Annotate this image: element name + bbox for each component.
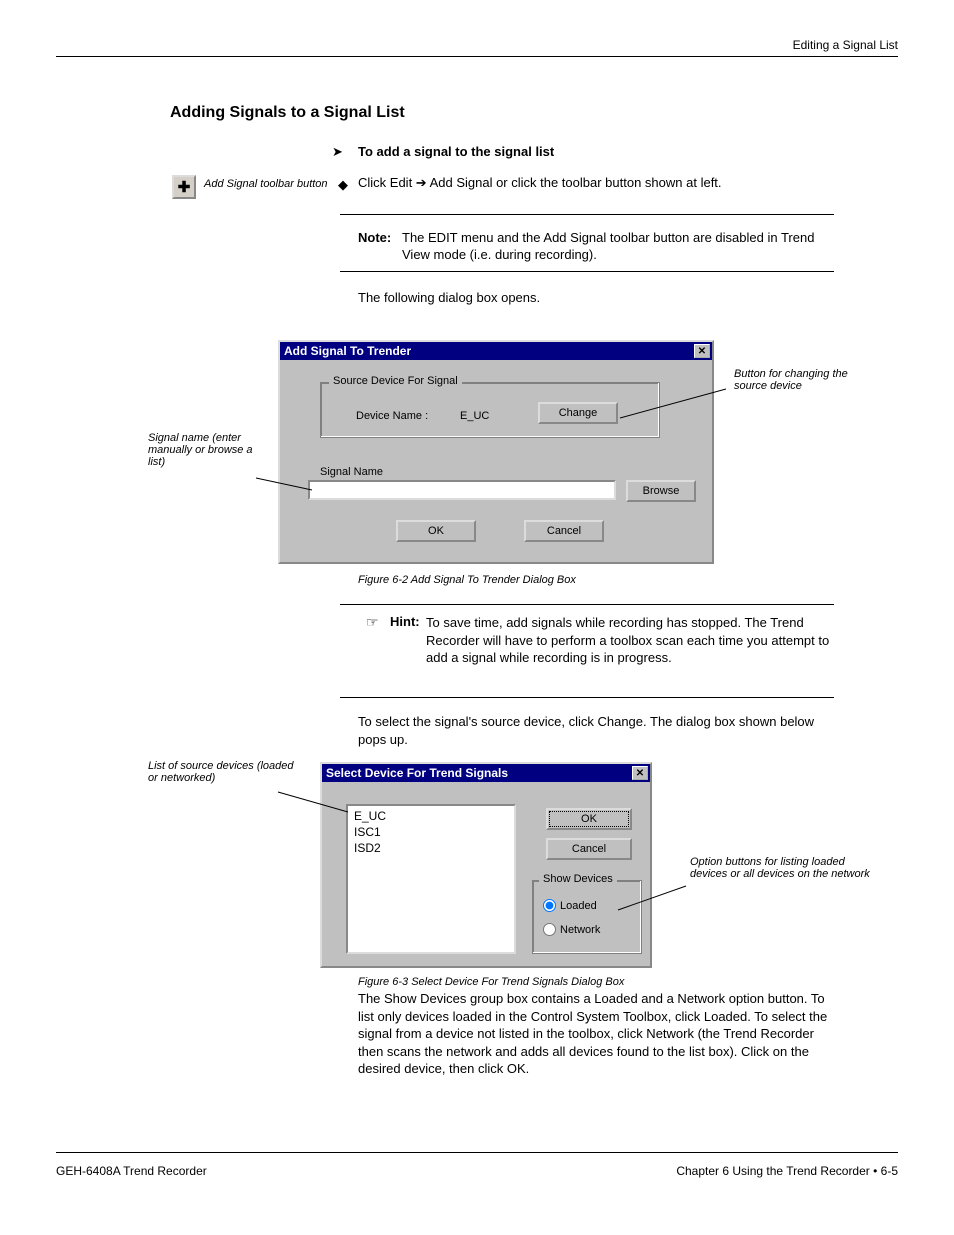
browse-button[interactable]: Browse xyxy=(626,480,696,502)
dialog-title: Add Signal To Trender xyxy=(284,344,411,358)
step-text: Click Edit ➔ Add Signal or click the too… xyxy=(358,175,818,192)
radio-network-input[interactable] xyxy=(543,923,556,936)
change-button[interactable]: Change xyxy=(538,402,618,424)
bullet-icon: ◆ xyxy=(338,177,348,193)
divider xyxy=(340,697,834,698)
note-text: The EDIT menu and the Add Signal toolbar… xyxy=(402,230,832,264)
add-signal-dialog: Add Signal To Trender ✕ Source Device Fo… xyxy=(278,340,714,564)
figure-caption-2: Figure 6-3 Select Device For Trend Signa… xyxy=(358,976,624,988)
callout-signal-name: Signal name (enter manually or browse a … xyxy=(148,432,270,468)
ok-button[interactable]: OK xyxy=(546,808,632,830)
radio-loaded-input[interactable] xyxy=(543,899,556,912)
callout-change-button: Button for changing the source device xyxy=(734,368,874,392)
signal-name-label: Signal Name xyxy=(320,466,383,478)
radio-loaded[interactable]: Loaded xyxy=(543,899,597,912)
hint-icon: ☞ xyxy=(366,614,379,631)
list-item[interactable]: ISC1 xyxy=(354,824,508,840)
cancel-button[interactable]: Cancel xyxy=(524,520,604,542)
device-name-value: E_UC xyxy=(460,410,489,422)
arrow-icon: ➤ xyxy=(332,144,343,160)
groupbox-legend: Source Device For Signal xyxy=(329,375,462,387)
dialog-titlebar: Select Device For Trend Signals ✕ xyxy=(322,764,650,782)
footer-rule xyxy=(56,1152,898,1153)
figure-caption-1: Figure 6-2 Add Signal To Trender Dialog … xyxy=(358,574,576,586)
divider xyxy=(340,214,834,215)
radio-network-label: Network xyxy=(560,924,600,936)
close-icon[interactable]: ✕ xyxy=(694,344,710,358)
ok-button[interactable]: OK xyxy=(396,520,476,542)
device-name-label: Device Name : xyxy=(356,410,428,422)
dialog-title: Select Device For Trend Signals xyxy=(326,766,508,780)
hint-text: To save time, add signals while recordin… xyxy=(426,614,836,667)
procedure-heading: To add a signal to the signal list xyxy=(358,144,554,159)
groupbox-legend: Show Devices xyxy=(539,873,617,885)
footer-left: GEH-6408A Trend Recorder xyxy=(56,1164,207,1178)
show-devices-groupbox: Show Devices Loaded Network xyxy=(532,880,642,954)
list-item[interactable]: ISD2 xyxy=(354,840,508,856)
narrative-paragraph: The Show Devices group box contains a Lo… xyxy=(358,990,828,1078)
callout-device-list: List of source devices (loaded or networ… xyxy=(148,760,298,784)
cancel-button[interactable]: Cancel xyxy=(546,838,632,860)
radio-network[interactable]: Network xyxy=(543,923,600,936)
paragraph: The following dialog box opens. xyxy=(358,290,838,307)
hint-label: Hint: xyxy=(390,614,420,629)
add-signal-icon-caption: Add Signal toolbar button xyxy=(204,178,328,190)
header-breadcrumb: Editing a Signal List xyxy=(793,38,898,52)
signal-name-input[interactable] xyxy=(308,480,616,500)
list-item[interactable]: E_UC xyxy=(354,808,508,824)
paragraph: To select the signal's source device, cl… xyxy=(358,713,828,748)
divider xyxy=(340,604,834,605)
close-icon[interactable]: ✕ xyxy=(632,766,648,780)
radio-loaded-label: Loaded xyxy=(560,900,597,912)
section-title: Adding Signals to a Signal List xyxy=(170,104,405,122)
footer-right: Chapter 6 Using the Trend Recorder • 6-5 xyxy=(676,1164,898,1178)
add-signal-toolbar-icon[interactable]: ✚ xyxy=(172,175,196,199)
divider xyxy=(340,271,834,272)
device-listbox[interactable]: E_UC ISC1 ISD2 xyxy=(346,804,516,954)
callout-show-devices: Option buttons for listing loaded device… xyxy=(690,856,878,880)
dialog-titlebar: Add Signal To Trender ✕ xyxy=(280,342,712,360)
note-label: Note: xyxy=(358,230,391,245)
select-device-dialog: Select Device For Trend Signals ✕ E_UC I… xyxy=(320,762,652,968)
header-rule xyxy=(56,56,898,57)
